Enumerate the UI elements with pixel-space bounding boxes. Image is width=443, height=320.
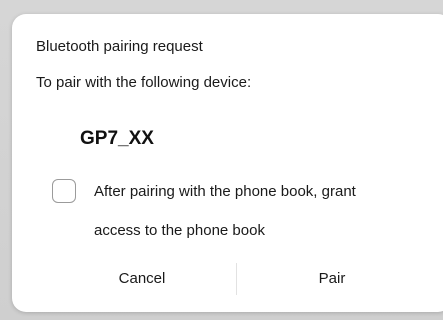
dialog-button-bar: Cancel Pair	[12, 257, 443, 301]
bluetooth-pairing-dialog: Bluetooth pairing request To pair with t…	[12, 14, 443, 312]
phonebook-access-checkbox[interactable]	[52, 179, 76, 203]
dialog-title: Bluetooth pairing request	[36, 38, 203, 55]
phonebook-access-label-line-2: access to the phone book	[94, 222, 265, 239]
dialog-message: To pair with the following device:	[36, 74, 252, 91]
phonebook-access-label[interactable]: After pairing with the phone book, grant…	[94, 172, 443, 250]
phonebook-access-label-line-1: After pairing with the phone book, grant	[94, 183, 356, 200]
cancel-button[interactable]: Cancel	[52, 257, 232, 301]
button-divider	[236, 263, 237, 295]
device-name: GP7_XX	[80, 128, 154, 149]
pair-button[interactable]: Pair	[242, 257, 422, 301]
